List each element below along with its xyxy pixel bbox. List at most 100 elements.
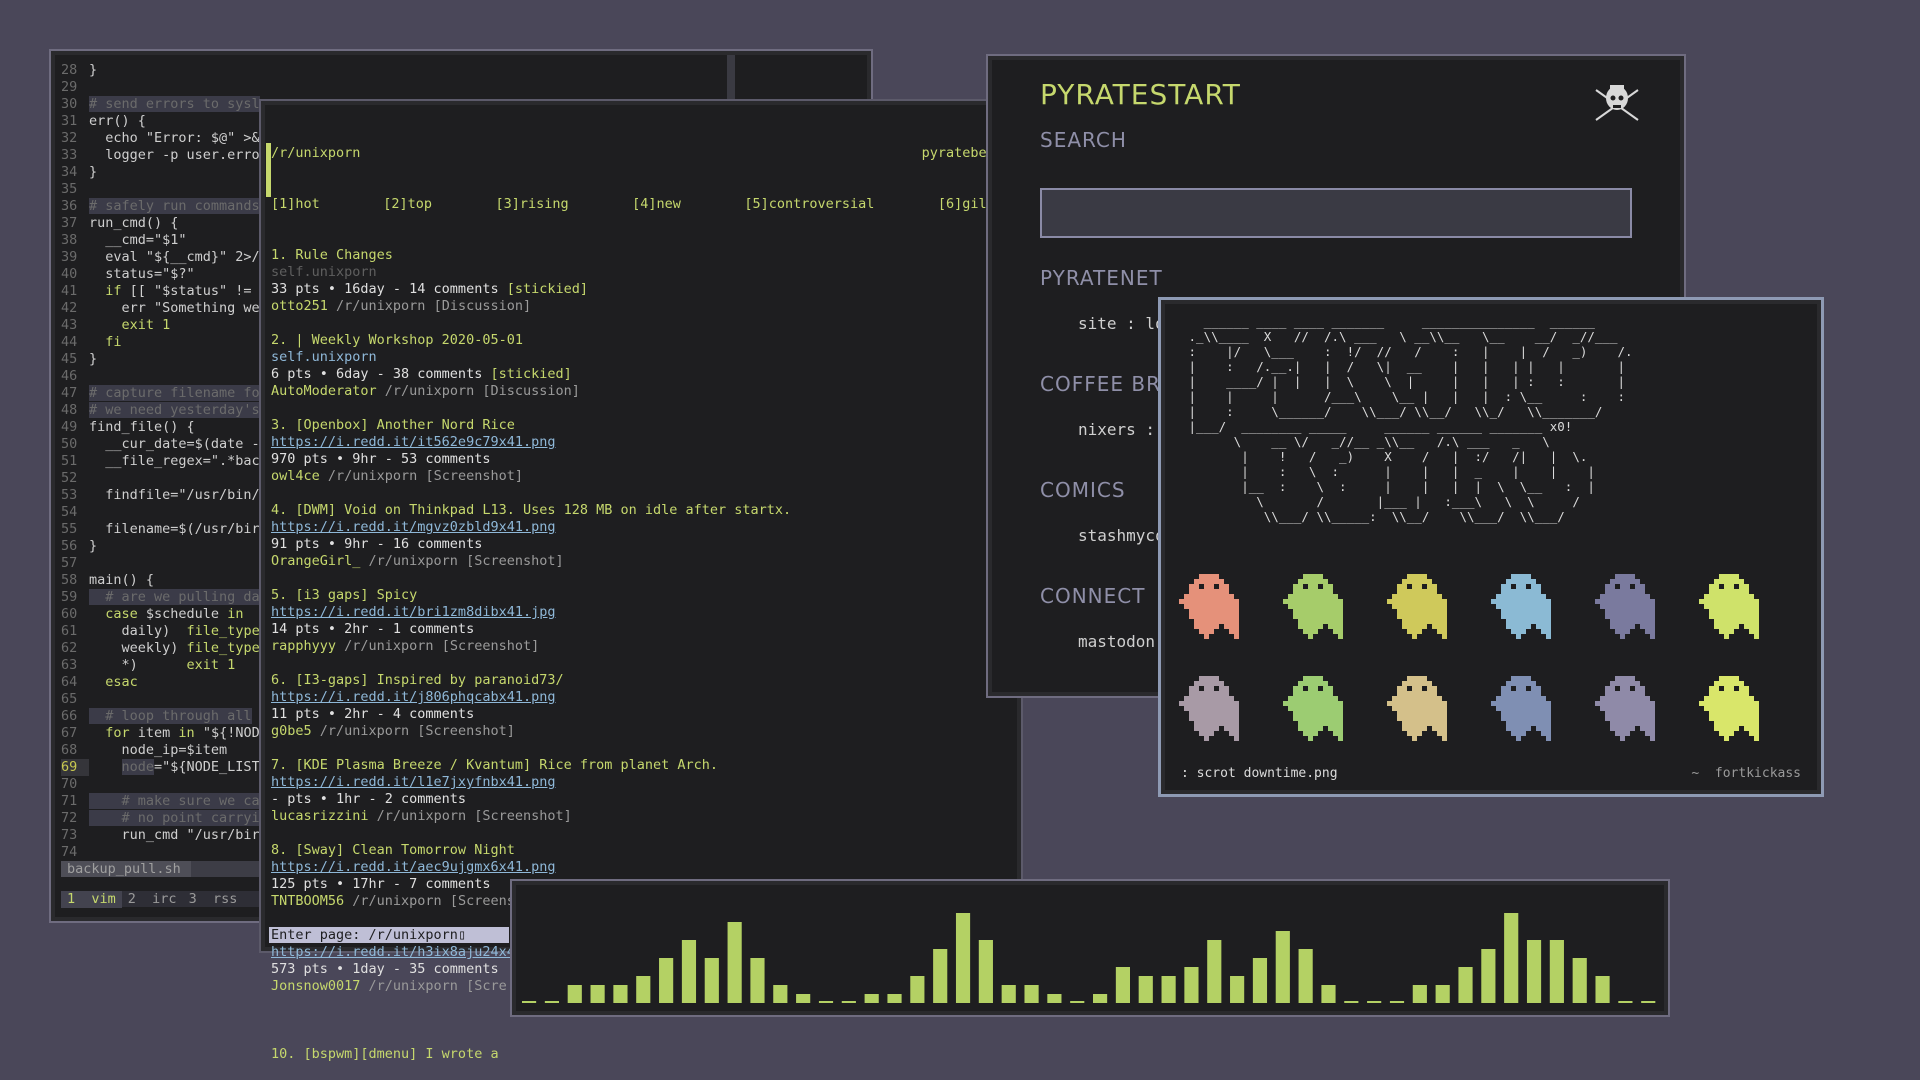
code-line[interactable]: 62 weekly) file_type [61,640,271,657]
code-line[interactable]: 55 filename=$(/usr/bir [61,521,271,538]
post-url[interactable]: https://i.redd.it/bri1zm8dibx41.jpg [271,604,1011,621]
code-line[interactable]: 41 if [[ "$status" != [61,283,271,300]
link-stashmycomics[interactable]: stashmycom [1078,526,1174,545]
post-item[interactable]: 4. [DWM] Void on Thinkpad L13. Uses 128 … [271,502,1011,570]
code-text: __file_regex=".*bac [89,453,260,469]
reddit-terminal-window[interactable]: /r/unixporn pyratebeard [1]hot [2]top [3]r… [259,99,1023,1062]
code-line[interactable]: 67 for item in "${!NOD [61,725,271,742]
code-line[interactable]: 33 logger -p user.erro [61,147,271,164]
visualizer-bar [841,1001,856,1003]
tmux-tab[interactable]: 2 irc [122,891,183,908]
code-line[interactable]: 45} [61,351,271,368]
post-meta: - pts • 1hr - 2 comments [271,791,467,807]
post-author[interactable]: owl4ce [271,468,320,484]
code-line[interactable]: 60 case $schedule in [61,606,271,623]
post-author[interactable]: Jonsnow0017 [271,978,360,994]
code-line[interactable]: 69 node="${NODE_LIST [61,759,271,776]
code-line[interactable]: 74 [61,844,271,861]
code-line[interactable]: 42 err "Something we [61,300,271,317]
code-line[interactable]: 34} [61,164,271,181]
post-item[interactable]: 5. [i3 gaps] Spicy https://i.redd.it/bri1… [271,587,1011,655]
code-line[interactable]: 32 echo "Error: $@" >& [61,130,271,147]
post-item[interactable]: 1. Rule Changes self.unixporn 33 pts • 16d… [271,247,1011,315]
code-line[interactable]: 50 __cur_date=$(date - [61,436,271,453]
post-item[interactable]: 7. [KDE Plasma Breeze / Kvantum] Rice fr… [271,757,1011,825]
code-line[interactable]: 64 esac [61,674,271,691]
tmux-tab[interactable]: 1 vim [61,891,122,908]
code-line[interactable]: 51 __file_regex=".*bac [61,453,271,470]
code-line[interactable]: 65 [61,691,271,708]
post-title[interactable]: 3. [Openbox] Another Nord Rice [271,417,1011,434]
code-line[interactable]: 37 run_cmd() { [61,215,271,232]
code-line[interactable]: 48 # we need yesterday's [61,402,271,419]
post-url[interactable]: https://i.redd.it/aec9ujgmx6x41.png [271,859,1011,876]
link-mastodon[interactable]: mastodon : [1078,632,1174,651]
pokemon-terminal-window[interactable]: ______ ____ ____ _______ _______________… [1158,297,1824,797]
code-line[interactable]: 52 [61,470,271,487]
code-line[interactable]: 28} [61,62,271,79]
sort-menu-item[interactable]: [2]top [383,196,432,213]
code-line[interactable]: 30 # send errors to sysl [61,96,271,113]
code-line[interactable]: 54 [61,504,271,521]
tmux-tab[interactable]: 3 rss [183,891,244,908]
post-item[interactable]: 6. [I3-gaps] Inspired by paranoid73/http… [271,672,1011,740]
post-author[interactable]: rapphyyy [271,638,336,654]
code-line[interactable]: 57 [61,555,271,572]
code-line[interactable]: 72 # no point carryi [61,810,271,827]
code-line[interactable]: 61 daily) file_type [61,623,271,640]
sort-menu-item[interactable]: [1]hot [271,196,320,213]
post-title[interactable]: 6. [I3-gaps] Inspired by paranoid73/ [271,672,1011,689]
post-item[interactable]: 2. | Weekly Workshop 2020-05-01 self.unix… [271,332,1011,400]
code-editor[interactable]: 28} 29 30 # send errors to sysl 31 err() {32 … [61,62,271,861]
post-author[interactable]: otto251 [271,298,328,314]
code-line[interactable]: 38 __cmd="$1" [61,232,271,249]
code-line[interactable]: 44 fi [61,334,271,351]
post-url[interactable]: https://i.redd.it/l1e7jxyfnbx41.png [271,774,1011,791]
post-title[interactable]: 1. Rule Changes [271,247,1011,264]
post-title[interactable]: 2. | Weekly Workshop 2020-05-01 [271,332,1011,349]
code-line[interactable]: 43 exit 1 [61,317,271,334]
code-line[interactable]: 68 node_ip=$item [61,742,271,759]
post-title[interactable]: 8. [Sway] Clean Tomorrow Night [271,842,1011,859]
code-line[interactable]: 53 findfile="/usr/bin/ [61,487,271,504]
post-url[interactable]: https://i.redd.it/j806phqcabx41.png [271,689,1011,706]
post-author[interactable]: AutoModerator [271,383,377,399]
code-line[interactable]: 31 err() { [61,113,271,130]
visualizer-bar [1115,967,1131,1003]
sort-menu-item[interactable]: [3]rising [495,196,568,213]
post-url[interactable]: https://i.redd.it/mgvz0zbld9x41.png [271,519,1011,536]
post-item[interactable]: 3. [Openbox] Another Nord Rice https://i.… [271,417,1011,485]
sort-menu-item[interactable]: [4]new [632,196,681,213]
sort-menu[interactable]: [1]hot [2]top [3]rising [4]new [5]controvers… [271,196,1011,213]
code-line[interactable]: 46 [61,368,271,385]
code-line[interactable]: 58 main() { [61,572,271,589]
tmux-window-tabs[interactable]: 1 vim 2 irc 3 rss [61,891,275,908]
sort-menu-item[interactable]: [5]controversial [744,196,874,213]
code-line[interactable]: 39 eval "${__cmd}" 2>/ [61,249,271,266]
post-author[interactable]: g0be5 [271,723,312,739]
code-line[interactable]: 71 # make sure we ca [61,793,271,810]
code-line[interactable]: 40 status="$?" [61,266,271,283]
code-line[interactable]: 59 # are we pulling da [61,589,271,606]
post-author[interactable]: lucasrizzini [271,808,369,824]
code-line[interactable]: 70 [61,776,271,793]
search-input[interactable] [1040,188,1632,238]
post-title[interactable]: 4. [DWM] Void on Thinkpad L13. Uses 128 … [271,502,1011,519]
code-line[interactable]: 36 # safely run commands [61,198,271,215]
post-title[interactable]: 5. [i3 gaps] Spicy [271,587,1011,604]
page-prompt-input[interactable]: Enter page: /r/unixporn▯ [269,927,509,943]
post-author[interactable]: TNTBOOM56 [271,893,344,909]
post-title[interactable]: 7. [KDE Plasma Breeze / Kvantum] Rice fr… [271,757,1011,774]
post-url[interactable]: https://i.redd.it/it562e9c79x41.png [271,434,1011,451]
link-site[interactable]: site : log [1078,314,1174,333]
code-line[interactable]: 49 find_file() { [61,419,271,436]
code-line[interactable]: 47 # capture filename fo [61,385,271,402]
code-line[interactable]: 73 run_cmd "/usr/bir [61,827,271,844]
code-line[interactable]: 35 [61,181,271,198]
code-line[interactable]: 29 [61,79,271,96]
link-nixers[interactable]: nixers : h [1078,420,1174,439]
code-line[interactable]: 66 # loop through all [61,708,271,725]
code-line[interactable]: 56} [61,538,271,555]
post-author[interactable]: OrangeGirl_ [271,553,360,569]
code-line[interactable]: 63 *) exit 1 [61,657,271,674]
